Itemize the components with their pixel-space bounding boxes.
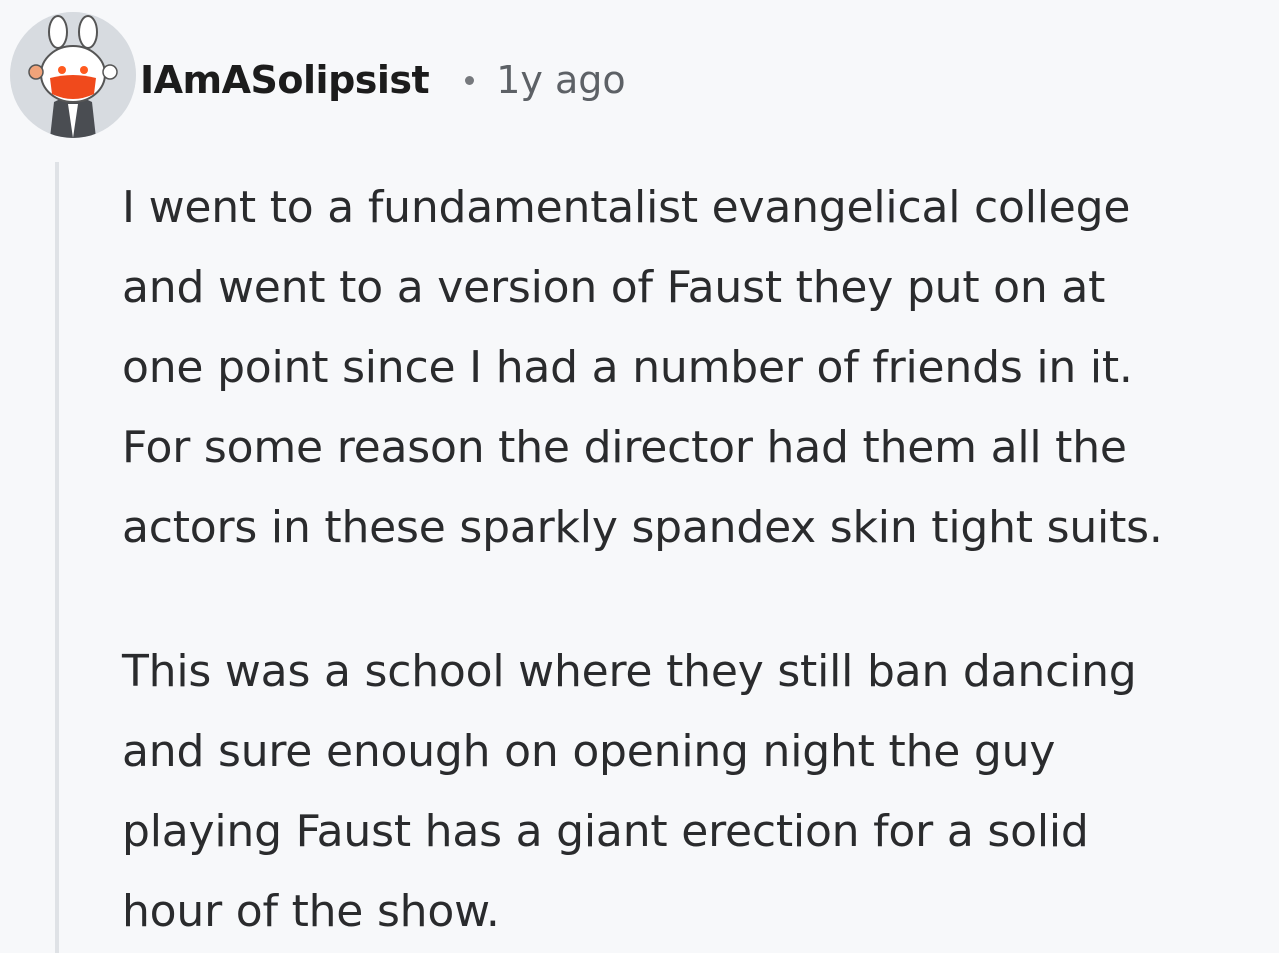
thread-collapse-line[interactable] [55,162,59,953]
user-avatar[interactable] [10,12,136,138]
comment-body: I went to a fundamentalist evangelical c… [122,168,1272,952]
comment: IAmASolipsist 1y ago I went to a fundame… [0,0,1279,953]
text-line: For some reason the director had them al… [122,422,1127,473]
timestamp[interactable]: 1y ago [496,58,625,102]
text-line: one point since I had a number of friend… [122,342,1133,393]
text-line: hour of the show. [122,886,500,937]
comment-meta: IAmASolipsist 1y ago [140,52,626,108]
text-line: and sure enough on opening night the guy [122,726,1056,777]
text-line: I went to a fundamentalist evangelical c… [122,182,1131,233]
snoo-avatar-icon [10,12,136,138]
text-line: and went to a version of Faust they put … [122,262,1106,313]
comment-paragraph-2: This was a school where they still ban d… [122,632,1272,952]
separator-dot [465,75,475,85]
text-line: This was a school where they still ban d… [122,646,1137,697]
text-line: actors in these sparkly spandex skin tig… [122,502,1163,553]
comment-paragraph-1: I went to a fundamentalist evangelical c… [122,168,1272,568]
text-line: playing Faust has a giant erection for a… [122,806,1089,857]
username-link[interactable]: IAmASolipsist [140,58,430,102]
